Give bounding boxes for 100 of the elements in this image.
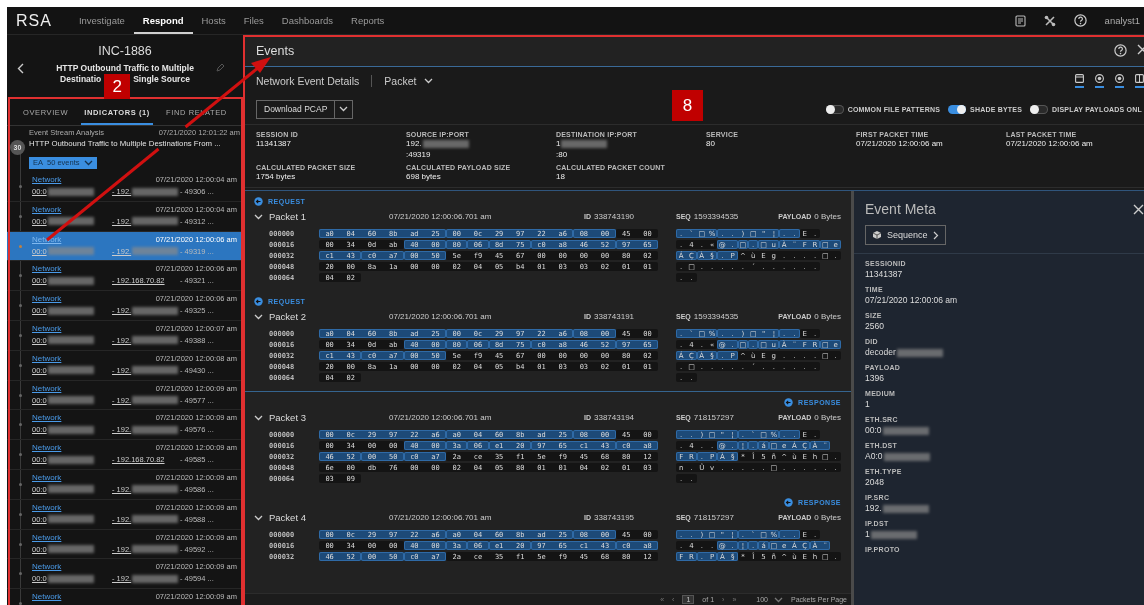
summary-value: 07/21/2020 12:00:06 am [856, 139, 943, 148]
meta-value: decoder [865, 347, 896, 358]
nav-tab[interactable]: Dashboards [272, 7, 343, 34]
meta-value: 11341387 [865, 269, 903, 280]
timeline-dot [19, 512, 22, 516]
event-type-link[interactable]: Network [32, 204, 62, 214]
back-icon[interactable] [17, 63, 24, 74]
panel-title: Events [256, 43, 296, 58]
event-type-link[interactable]: Network [32, 264, 62, 274]
summary-value: 698 bytes [406, 172, 441, 181]
event-type-link[interactable]: Network [32, 353, 62, 363]
sequence-button[interactable]: Sequence [865, 225, 946, 245]
summary-value: 11341387 [256, 139, 291, 148]
split-panel-icon[interactable] [1135, 73, 1144, 88]
chevron-icon[interactable] [254, 213, 263, 220]
summary-value: 192. [406, 139, 422, 148]
field-value: 338743195 [594, 513, 635, 522]
field-value: 0 Bytes [814, 312, 841, 321]
caret-icon [424, 77, 434, 84]
event-type-link[interactable]: Network [32, 443, 62, 453]
field-value: 1593394535 [693, 212, 739, 221]
record-icon[interactable] [1115, 73, 1124, 88]
event-type-link[interactable]: Network [32, 175, 62, 184]
event-type-link[interactable]: Network [32, 324, 62, 333]
incident-id: INC-1886 [98, 44, 152, 58]
callout-number: 8 [672, 90, 703, 121]
chevron-icon[interactable] [254, 514, 263, 521]
summary-value: 1754 bytes [256, 172, 296, 181]
view-title: Network Event Details [256, 74, 360, 87]
summary-value: 80 [706, 139, 715, 148]
incident-title: Destinatio [60, 74, 102, 85]
timeline-dot [19, 602, 22, 605]
nav-tab[interactable]: Hosts [192, 7, 235, 34]
incident-title: HTTP Outbound Traffic to Multiple [56, 63, 194, 74]
event-type-link[interactable]: Network [32, 532, 62, 542]
chevron-icon[interactable] [254, 313, 263, 320]
callout-number: 2 [104, 74, 131, 99]
field-value: 718157297 [693, 513, 734, 522]
field-value: 338743190 [594, 212, 635, 221]
meta-value: 2048 [865, 477, 884, 488]
event-type-link[interactable]: Network [32, 472, 62, 482]
event-type-link[interactable]: Network [32, 562, 62, 572]
nav-tab[interactable]: Files [234, 7, 273, 34]
packet-name: Packet 2 [269, 311, 306, 322]
event-type-link[interactable]: Network [32, 413, 62, 423]
user-menu[interactable]: analyst1 [1104, 15, 1144, 26]
timeline-dot [19, 274, 22, 278]
toggle-switch[interactable] [825, 104, 844, 114]
packet-name: Packet 4 [269, 512, 306, 523]
toggle-switch[interactable] [948, 104, 967, 114]
caret-icon [83, 159, 93, 166]
packet-name: Packet 1 [269, 211, 306, 222]
tools-icon[interactable] [1043, 14, 1056, 27]
direction-icon [784, 398, 794, 407]
chevron-icon [932, 230, 939, 240]
summary-value: 18 [556, 172, 565, 181]
help-icon[interactable] [1073, 14, 1087, 27]
nav-tab[interactable]: Investigate [69, 7, 134, 34]
packet-time: 07/21/2020 12:00:06.701 am [389, 413, 493, 422]
field-value: 338743194 [594, 413, 635, 422]
help-icon[interactable] [1114, 44, 1127, 57]
timeline-dot [19, 423, 22, 427]
event-type-link[interactable]: Network [32, 502, 62, 512]
packet-time: 07/21/2020 12:00:06.701 am [389, 212, 493, 221]
field-value: 338743191 [594, 312, 635, 321]
report-icon[interactable] [1014, 14, 1026, 27]
packet-time: 07/21/2020 12:00:06.701 am [389, 513, 493, 522]
rsa-logo: RSA [16, 11, 52, 30]
direction-icon [254, 297, 263, 306]
meta-value: 07/21/2020 12:00:06 am [865, 295, 958, 306]
event-type-link[interactable]: Network [32, 592, 62, 602]
meta-value: A0:0 [865, 451, 883, 462]
meta-value: 00:0 [865, 425, 882, 436]
toggle-switch[interactable] [1030, 104, 1049, 114]
summary-value: :80 [556, 150, 568, 159]
meta-value: 192. [865, 503, 882, 514]
timeline-dot [19, 185, 22, 188]
timeline-dot [19, 542, 22, 546]
timeline-dot [19, 363, 22, 367]
nav-tab[interactable]: Reports [342, 7, 394, 34]
edit-icon[interactable] [216, 63, 225, 72]
meta-value: 1 [865, 399, 870, 410]
meta-value: 2560 [865, 321, 884, 332]
close-icon[interactable] [1133, 203, 1144, 215]
field-value: 0 Bytes [814, 413, 841, 422]
view-mode-dropdown[interactable]: Packet [384, 74, 434, 87]
summary-value: :49319 [406, 150, 431, 159]
dropdown-value: Packet [384, 74, 417, 87]
cube-icon [872, 230, 882, 240]
chevron-icon[interactable] [254, 414, 263, 421]
button-label: Sequence [887, 230, 928, 240]
field-value: 0 Bytes [814, 212, 841, 221]
summary-value: 07/21/2020 12:00:06 am [1006, 139, 1093, 148]
record-icon[interactable] [1095, 73, 1104, 88]
event-type-link[interactable]: Network [32, 383, 62, 393]
direction-icon [784, 498, 794, 507]
event-type-link[interactable]: Network [32, 294, 62, 304]
timeline-dot [19, 244, 22, 248]
window-icon[interactable] [1075, 73, 1084, 88]
timeline-dot [19, 334, 22, 337]
